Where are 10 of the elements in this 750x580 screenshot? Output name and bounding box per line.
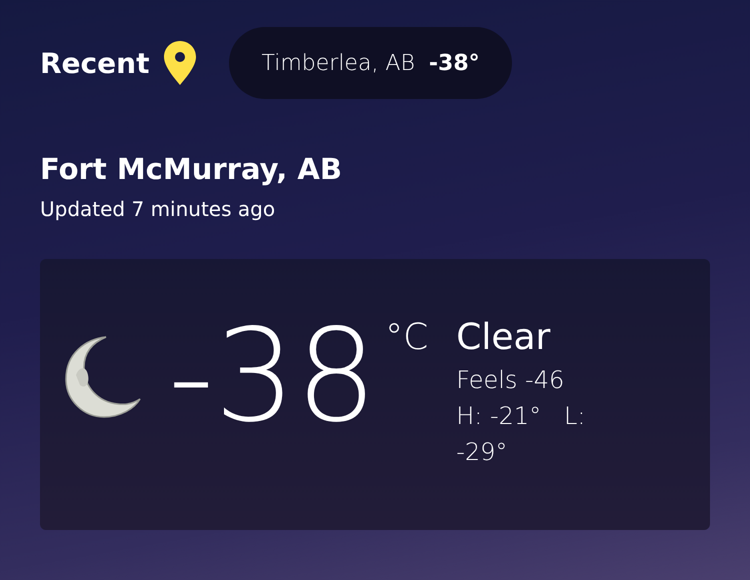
high-low-text: H: -21° L: -29° — [456, 400, 586, 468]
location-pin-icon — [163, 40, 198, 86]
condition-text: Clear — [456, 316, 552, 360]
recent-location-chip[interactable]: Timberlea, AB -38° — [229, 27, 512, 99]
location-title: Fort McMurray, AB — [40, 151, 343, 188]
updated-text: Updated 7 minutes ago — [40, 196, 276, 223]
recent-label: Recent — [40, 46, 150, 80]
feels-like-text: Feels -46 — [456, 364, 566, 396]
temperature-value: -38 — [168, 312, 378, 440]
temperature-unit: °C — [385, 316, 428, 358]
